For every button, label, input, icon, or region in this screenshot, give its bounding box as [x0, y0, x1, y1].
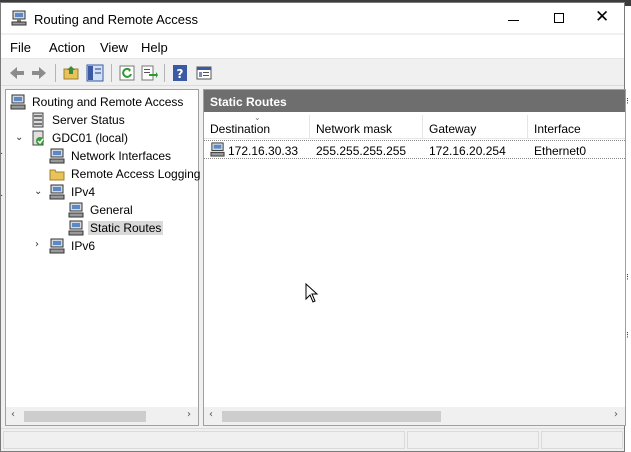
logging-folder-icon	[49, 166, 65, 185]
cell-interface: Ethernet0	[534, 144, 587, 158]
title-bar[interactable]: Routing and Remote Access ✕	[1, 3, 624, 33]
forward-icon[interactable]	[29, 63, 49, 83]
refresh-icon[interactable]	[117, 63, 137, 83]
toolbar-separator	[55, 64, 56, 82]
minimize-button[interactable]	[491, 3, 537, 33]
mmc-window: Routing and Remote Access ✕ File Action …	[0, 2, 626, 452]
up-folder-icon[interactable]	[61, 63, 81, 83]
details-horizontal-scrollbar[interactable]: ‹ ›	[204, 407, 625, 425]
tree-item-label: GDC01 (local)	[52, 131, 129, 145]
column-header-interface[interactable]: Interface	[528, 115, 625, 139]
help-icon[interactable]: ?	[170, 63, 190, 83]
route-icon	[210, 142, 225, 160]
toolbar-separator	[111, 64, 112, 82]
properties-icon[interactable]	[194, 63, 214, 83]
status-segment	[541, 431, 623, 449]
collapse-chevron-icon[interactable]: ⌄	[15, 132, 23, 143]
tree-item-label: Static Routes	[88, 221, 164, 235]
tree-item-label: Server Status	[52, 113, 125, 127]
server-icon	[10, 94, 26, 113]
column-header-gateway[interactable]: Gateway	[423, 115, 528, 139]
details-header: Static Routes	[204, 90, 625, 112]
back-icon[interactable]	[7, 63, 27, 83]
toolbar: ?	[1, 60, 624, 86]
menu-view[interactable]: View	[100, 40, 128, 55]
scrollbar-thumb[interactable]	[24, 411, 146, 422]
column-header-destination[interactable]: ⌄ Destination	[204, 113, 310, 139]
show-hide-tree-icon[interactable]	[85, 63, 105, 83]
status-segment	[407, 431, 539, 449]
tree-item-label: Network Interfaces	[71, 149, 172, 163]
local-server-icon	[30, 130, 46, 149]
menu-help[interactable]: Help	[141, 40, 168, 55]
window-title: Routing and Remote Access	[34, 12, 199, 27]
menu-file[interactable]: File	[10, 40, 31, 55]
maximize-button[interactable]	[536, 3, 582, 33]
server-status-icon	[30, 112, 46, 131]
cell-destination: 172.16.30.33	[228, 144, 299, 158]
menu-action[interactable]: Action	[49, 40, 85, 55]
tree-item-label: Remote Access Logging	[71, 167, 201, 181]
export-list-icon[interactable]	[139, 63, 159, 83]
background-window-edge: ⁝	[626, 96, 629, 106]
ipv6-icon	[49, 238, 65, 257]
collapse-chevron-icon[interactable]: ⌄	[34, 186, 42, 197]
scroll-right-icon[interactable]: ›	[614, 409, 618, 420]
scroll-left-icon[interactable]: ‹	[209, 409, 213, 420]
tree-item-label: IPv4	[71, 185, 96, 199]
cell-gateway: 172.16.20.254	[429, 144, 506, 158]
background-window-edge: ⁝	[626, 330, 629, 340]
tree-item-label: General	[90, 203, 133, 217]
ipv4-icon	[49, 184, 65, 203]
cell-network-mask: 255.255.255.255	[316, 144, 407, 158]
network-interfaces-icon	[49, 148, 65, 167]
minimize-icon	[508, 20, 519, 21]
details-pane[interactable]: Static Routes ⌄ Destination Network mask…	[203, 89, 626, 426]
tree-item-label: Routing and Remote Access	[32, 95, 184, 109]
background-window-edge: ⁝	[626, 272, 629, 282]
routing-app-icon	[11, 10, 27, 29]
maximize-icon	[554, 13, 564, 23]
console-tree-pane[interactable]: Routing and Remote Access Server Status …	[5, 89, 201, 426]
tree-item-label: IPv6	[71, 239, 96, 253]
mouse-cursor-icon	[305, 282, 319, 306]
svg-text:?: ?	[177, 67, 184, 81]
column-headers: ⌄ Destination Network mask Gateway Inter…	[204, 113, 625, 139]
scroll-right-icon[interactable]: ›	[187, 409, 191, 420]
background-window-edge: ·	[0, 148, 4, 159]
close-icon: ✕	[595, 7, 610, 27]
menu-bar: File Action View Help	[1, 35, 624, 59]
scroll-left-icon[interactable]: ‹	[11, 409, 15, 420]
static-routes-icon	[68, 220, 84, 239]
toolbar-separator	[164, 64, 165, 82]
expand-chevron-icon[interactable]: ›	[35, 239, 39, 250]
tree-horizontal-scrollbar[interactable]: ‹ ›	[6, 407, 198, 425]
status-segment	[3, 431, 405, 449]
table-row[interactable]: 172.16.30.33 255.255.255.255 172.16.20.2…	[204, 140, 625, 159]
scrollbar-thumb[interactable]	[222, 411, 441, 422]
close-button[interactable]: ✕	[581, 3, 627, 33]
background-window-edge: ·	[0, 190, 4, 201]
general-icon	[68, 202, 84, 221]
sort-arrow-icon: ⌄	[254, 113, 261, 122]
column-header-network-mask[interactable]: Network mask	[310, 115, 423, 139]
status-bar	[1, 428, 624, 450]
